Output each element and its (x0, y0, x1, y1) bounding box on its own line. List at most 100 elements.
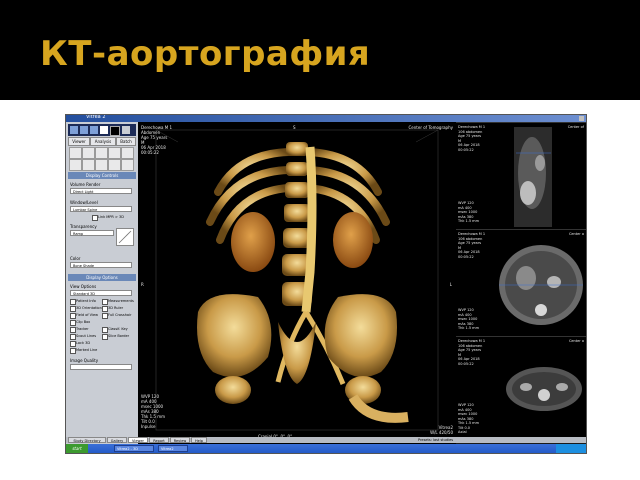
coronal-msec: msec 1000 (458, 210, 478, 214)
sculpt-tool-button[interactable] (69, 159, 82, 171)
mpr-view-axial-lower[interactable]: Derechowa M 1 106 abdomen Age 75 years M… (456, 336, 586, 438)
transparency-select[interactable]: Ramp (70, 230, 114, 236)
color-label: Color (70, 256, 81, 261)
mpr-view-coronal[interactable]: Derechowa M 1 106 abdomen Age 75 years M… (456, 122, 586, 230)
slide-title: КТ-аортография (40, 34, 371, 74)
layout-2-icon[interactable] (80, 126, 88, 134)
axial-lower-time: 00:05:22 (458, 361, 474, 366)
image-quality-select[interactable] (70, 364, 132, 370)
clip-box-label: Clip Box (76, 320, 91, 324)
pan-tool-button[interactable] (82, 147, 95, 159)
window-level-readout: W/L 420/50 (430, 430, 453, 435)
coronal-overlay-top-left: Derechowa M 1 106 abdomen Age 75 years M… (458, 125, 485, 152)
tab-viewer-bottom[interactable]: Viewer (128, 437, 148, 443)
link-mpr-label: Link MPR > 3D (98, 215, 124, 219)
tab-analysis[interactable]: Analysis (90, 137, 116, 146)
tab-report[interactable]: Report (149, 437, 169, 443)
view-options-label: View Options (70, 284, 97, 289)
marked-line-label: Marked Line (76, 348, 98, 352)
main-overlay-top-left: Derechowa M 1 Abdomen Age 75 years M 06 … (141, 125, 172, 155)
layout-1-icon[interactable] (70, 126, 78, 134)
status-text: Presets: last studies (418, 438, 454, 442)
axial-upper-overlay-lower-left: WVP 120 mA 400 msec 1000 mAs 380 Thk 1.5… (458, 308, 479, 331)
axial-upper-age: Age 75 years (458, 241, 482, 245)
window-level-label: Window/Level (70, 200, 98, 205)
start-button[interactable]: start (66, 444, 88, 453)
ruler-label: 3D Ruler (108, 306, 124, 310)
left-control-panel: Viewer Analysis Batch Display Controls V… (66, 122, 138, 444)
axial-lower-overlay-top-right: Center o (568, 339, 584, 343)
save-image-button[interactable] (108, 159, 121, 171)
measure-tool-button[interactable] (121, 147, 134, 159)
axial-lower-patient-name: Derechowa M 1 (458, 339, 486, 343)
coronal-patient-name: Derechowa M 1 (458, 125, 486, 129)
tracker-label: Tracker (76, 327, 89, 331)
field-of-view-label: Field of View (76, 313, 98, 317)
tab-batch[interactable]: Batch (116, 137, 136, 146)
classif-key-label: Classif. Key (108, 327, 128, 331)
window-titlebar: Vitrea 2 (66, 115, 586, 122)
transparency-curve-icon[interactable] (116, 228, 134, 246)
axial-lower-msec: msec 1000 (458, 412, 478, 416)
coronal-age: Age 75 years (458, 134, 482, 138)
tab-review[interactable]: Review (170, 437, 190, 443)
close-icon[interactable] (579, 116, 584, 121)
coronal-thk: Thk 1.5 mm (458, 219, 479, 223)
orientation-top: S (293, 125, 296, 130)
coronal-overlay-top-right: Center of (567, 125, 584, 129)
os-taskbar: start Vitrea2 - 3D Vitrea2 (66, 444, 586, 453)
ramp-curve-icon (118, 230, 132, 244)
window-level-tool-button[interactable] (108, 147, 121, 159)
volume-render-image (155, 129, 439, 431)
axial-upper-time: 00:05:22 (458, 254, 474, 259)
display-options-header: Display Options (68, 274, 136, 281)
axial-upper-patient-name: Derechowa M 1 (458, 232, 486, 236)
technique-value: Inpulse (141, 424, 156, 429)
toolbar (68, 124, 136, 136)
axial-lower-overlay-top-left: Derechowa M 1 106 abdomen Age 75 years M… (458, 339, 485, 366)
display-controls-header: Display Controls (68, 172, 136, 179)
window-level-select[interactable]: Lumbar Spine (70, 206, 132, 212)
axial-upper-overlay-top-left: Derechowa M 1 106 abdomen Age 75 years M… (458, 232, 485, 259)
tab-help[interactable]: Help (191, 437, 207, 443)
app-window: Vitrea 2 Viewer Analysis Batch Display C… (65, 114, 587, 454)
segment-tool-button[interactable] (95, 159, 108, 171)
main-3d-view[interactable]: Derechowa M 1 Abdomen Age 75 years M 06 … (138, 122, 456, 444)
transparency-label: Transparency (70, 224, 97, 229)
help-icon[interactable] (122, 126, 130, 134)
axial-lower-age: Age 75 years (458, 348, 482, 352)
orientation-left: R (141, 282, 144, 287)
mpr-view-axial-upper[interactable]: Derechowa M 1 106 abdomen Age 75 years M… (456, 229, 586, 337)
full-crosshair-label: Full Crosshair (108, 313, 132, 317)
black-bg-icon[interactable] (110, 126, 120, 136)
rotate-tool-button[interactable] (69, 147, 82, 159)
layout-4-icon[interactable] (90, 126, 98, 134)
study-time: 00:05:22 (141, 150, 159, 155)
orientation-label: 3D Orientation (76, 306, 102, 310)
view-options-select[interactable]: Standard 3D (70, 290, 132, 296)
scout-lines-label: Scout Lines (76, 334, 97, 338)
window-title: Vitrea 2 (86, 114, 106, 120)
white-bg-icon[interactable] (100, 126, 108, 134)
volume-render-select[interactable]: Direct Light (70, 188, 132, 194)
main-overlay-lower-left: WVP 120 mA 400 msec 1000 mAs 380 Thk 1.5… (141, 394, 165, 429)
slice-border-label: Slice Border (108, 334, 130, 338)
orientation-right: L (449, 282, 452, 287)
main-overlay-top-right: Center of Tomography (408, 125, 454, 130)
patient-info-label: Patient Info (76, 299, 96, 303)
tab-study-directory[interactable]: Study Directory (68, 437, 106, 443)
image-quality-label: Image Quality (70, 358, 99, 363)
zoom-tool-button[interactable] (95, 147, 108, 159)
axial-upper-thk: Thk 1.5 mm (458, 326, 479, 330)
system-tray (556, 444, 586, 453)
clip-tool-button[interactable] (82, 159, 95, 171)
bottom-tab-bar: Study Directory Gallery Viewer Report Re… (66, 437, 586, 443)
task-vitrea-3d[interactable]: Vitrea2 - 3D (114, 445, 154, 452)
patient-age: Age 75 years (141, 135, 168, 140)
tab-gallery[interactable]: Gallery (107, 437, 127, 443)
coronal-overlay-lower-left: WVP 120 mA 400 msec 1000 mAs 380 Thk 1.5… (458, 201, 479, 224)
tab-viewer[interactable]: Viewer (68, 137, 90, 146)
color-select[interactable]: Bone Shade (70, 262, 132, 268)
print-button[interactable] (121, 159, 134, 171)
task-vitrea[interactable]: Vitrea2 (158, 445, 188, 452)
